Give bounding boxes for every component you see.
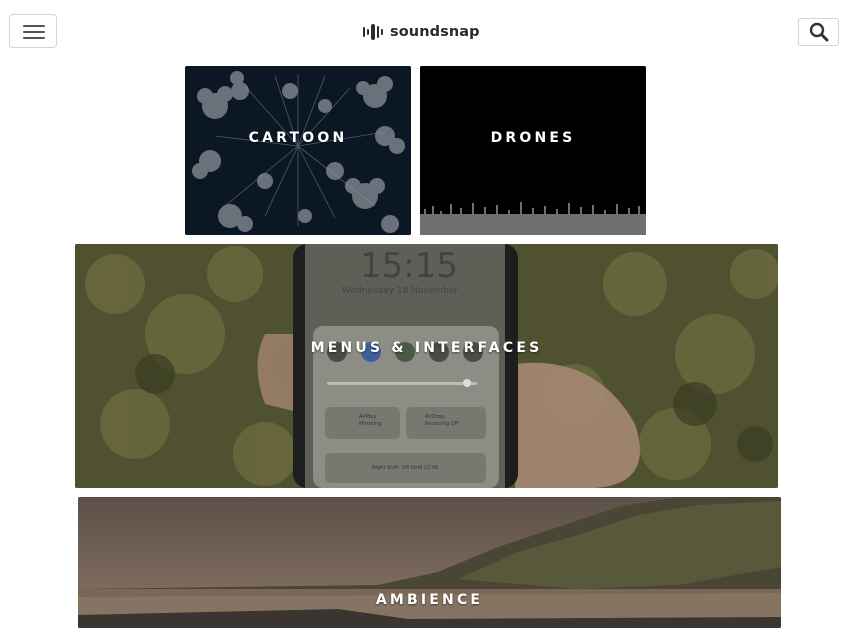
category-label: CARTOON [248, 130, 348, 146]
category-tile-drones[interactable]: DRONES [420, 66, 646, 235]
category-tile-cartoon[interactable]: CARTOON [185, 66, 411, 235]
brand-logo[interactable]: soundsnap [362, 20, 480, 44]
ambience-background [78, 497, 781, 628]
brand-name: soundsnap [390, 24, 480, 40]
drones-background [420, 66, 646, 235]
phone-date: Wednesday 18 November [342, 286, 459, 296]
phone-airdrop-sub: Receiving Off [425, 421, 459, 427]
hamburger-icon [23, 25, 45, 27]
category-label: AMBIENCE [375, 592, 484, 608]
top-bar: soundsnap [0, 0, 849, 64]
search-button[interactable] [798, 18, 839, 46]
phone-airplay-sub: Mirroring [359, 421, 382, 427]
phone-airplay-label: AirPlay [359, 414, 377, 420]
phone-airdrop-label: AirDrop: [425, 414, 446, 420]
category-label: MENUS & INTERFACES [310, 340, 543, 356]
search-icon [809, 22, 829, 42]
phone-time: 15:15 [360, 246, 458, 286]
category-tile-ambience[interactable]: AMBIENCE [78, 497, 781, 628]
soundwave-logo-icon [363, 24, 383, 40]
menu-button[interactable] [9, 14, 57, 48]
cartoon-background [185, 66, 411, 235]
hamburger-icon-line [23, 31, 45, 33]
category-label: DRONES [490, 130, 576, 146]
phone-night-shift: Night Shift: Off Until 22:00 [372, 465, 439, 471]
hamburger-icon-line [23, 37, 45, 39]
category-tile-menus-interfaces[interactable]: 15:15 Wednesday 18 November AirPlay Mirr… [75, 244, 778, 488]
